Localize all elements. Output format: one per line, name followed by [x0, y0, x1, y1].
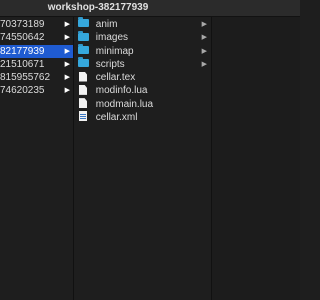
list-item-cellar-tex[interactable]: cellar.tex — [74, 71, 211, 84]
item-label: anim — [95, 19, 118, 30]
item-label: cellar.xml — [95, 112, 138, 124]
folder-row-label: 82177939 — [0, 45, 45, 57]
item-label: modinfo.lua — [95, 85, 148, 97]
xml-document-icon — [79, 111, 87, 122]
folder-row-74550642[interactable]: 74550642 ▶ — [0, 31, 73, 44]
folder-row-label: 74550642 — [0, 32, 45, 44]
folder-row-815955762[interactable]: 815955762 ▶ — [0, 71, 73, 84]
disclosure-arrow-icon: ▶ — [64, 60, 70, 68]
title-bar: workshop-382177939 — [0, 0, 300, 17]
column-browser-pane-1[interactable]: 70373189 ▶ 74550642 ▶ 82177939 ▶ 2151067… — [0, 17, 74, 300]
item-label: scripts — [95, 58, 125, 70]
column-browser-pane-2[interactable]: anim ▶ images ▶ minimap ▶ scripts ▶ cell… — [74, 17, 212, 300]
list-item-cellar-xml[interactable]: cellar.xml — [74, 111, 211, 124]
folder-row-82177939-selected[interactable]: 82177939 ▶ — [0, 44, 73, 58]
document-icon — [79, 84, 87, 95]
disclosure-arrow-icon: ▶ — [64, 74, 70, 82]
column-browser-pane-3-empty[interactable] — [212, 17, 300, 300]
folder-icon — [78, 30, 89, 41]
list-item-images[interactable]: images ▶ — [74, 30, 211, 44]
finder-window: workshop-382177939 70373189 ▶ 74550642 ▶… — [0, 0, 300, 300]
item-label: modmain.lua — [95, 98, 154, 110]
folder-row-74620235[interactable]: 74620235 ▶ — [0, 84, 73, 97]
list-item-scripts[interactable]: scripts ▶ — [74, 57, 211, 71]
disclosure-arrow-icon: ▶ — [201, 60, 207, 68]
folder-icon — [78, 17, 89, 28]
list-item-minimap[interactable]: minimap ▶ — [74, 43, 211, 58]
folder-row-70373189[interactable]: 70373189 ▶ — [0, 18, 73, 31]
item-label: cellar.tex — [95, 72, 136, 84]
disclosure-arrow-icon: ▶ — [201, 21, 207, 28]
disclosure-arrow-icon: ▶ — [64, 21, 70, 28]
disclosure-arrow-icon: ▶ — [64, 34, 70, 42]
document-icon — [79, 98, 87, 109]
list-item-modinfo-lua[interactable]: modinfo.lua — [74, 84, 211, 97]
folder-row-label: 815955762 — [0, 72, 51, 84]
list-item-modmain-lua[interactable]: modmain.lua — [74, 98, 211, 111]
disclosure-arrow-icon: ▶ — [201, 47, 207, 55]
folder-icon — [78, 43, 89, 54]
item-label: images — [95, 32, 129, 44]
folder-row-label: 74620235 — [0, 85, 45, 97]
item-label: minimap — [95, 45, 134, 57]
folder-row-21510671[interactable]: 21510671 ▶ — [0, 58, 73, 71]
folder-row-label: 70373189 — [0, 19, 45, 30]
disclosure-arrow-icon: ▶ — [64, 47, 70, 55]
folder-icon — [78, 57, 89, 68]
list-item-anim[interactable]: anim ▶ — [74, 17, 211, 31]
disclosure-arrow-icon: ▶ — [201, 34, 207, 42]
window-title: workshop-382177939 — [47, 2, 149, 13]
disclosure-arrow-icon: ▶ — [64, 87, 70, 95]
folder-row-label: 21510671 — [0, 58, 45, 70]
document-icon — [79, 71, 87, 82]
